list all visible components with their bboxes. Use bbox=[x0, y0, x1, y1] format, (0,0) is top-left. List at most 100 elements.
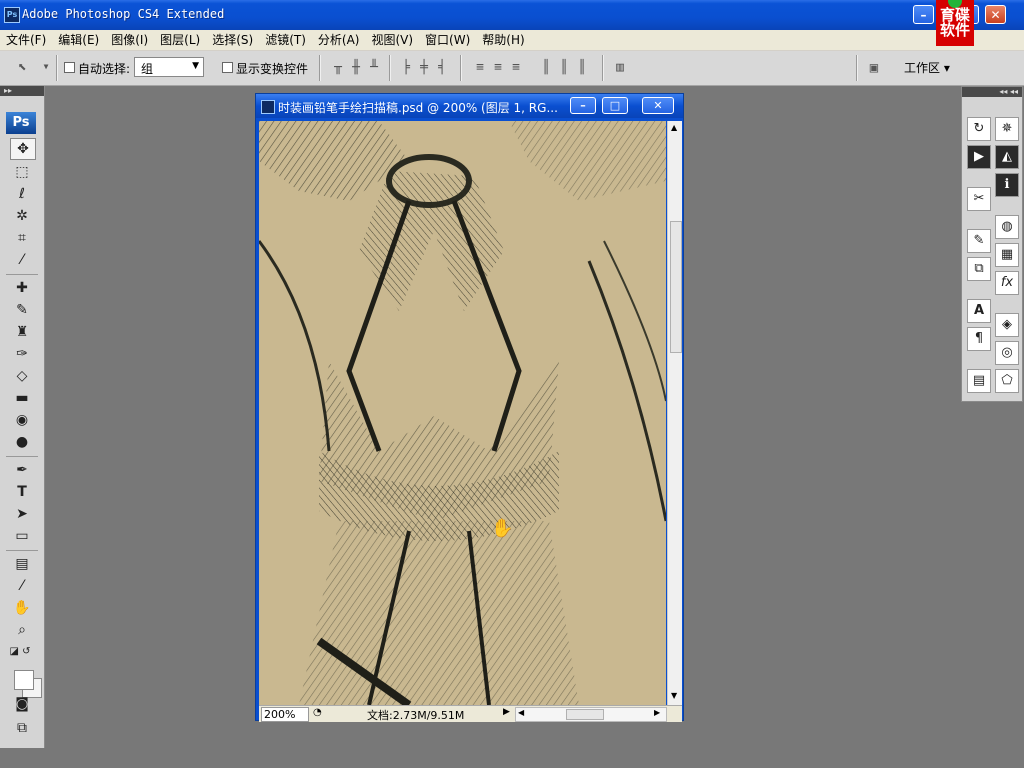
layers-panel-icon[interactable]: ◈ bbox=[995, 313, 1019, 337]
menu-analysis[interactable]: 分析(A) bbox=[312, 30, 366, 50]
distribute-vcenter-icon[interactable]: ≡ bbox=[490, 60, 506, 76]
notes-tool-icon[interactable]: ▤ bbox=[10, 554, 34, 574]
screen-mode-icon[interactable]: ⧉ bbox=[10, 718, 34, 738]
scroll-up-icon[interactable]: ▲ bbox=[671, 123, 677, 132]
align-right-icon[interactable]: ╡ bbox=[434, 60, 450, 76]
actions-panel-icon[interactable]: ▶ bbox=[967, 145, 991, 169]
image-canvas[interactable]: ✋ bbox=[259, 121, 666, 705]
workspace-button[interactable]: 工作区 ▾ bbox=[904, 59, 950, 76]
zoom-tool-icon[interactable]: ⌕ bbox=[10, 620, 34, 640]
panel-collapse-grip[interactable]: ▸▸ bbox=[0, 86, 44, 96]
chevron-down-icon[interactable]: ▼ bbox=[38, 59, 54, 75]
healing-brush-tool-icon[interactable]: ✚ bbox=[10, 278, 34, 298]
magic-wand-tool-icon[interactable]: ✲ bbox=[10, 206, 34, 226]
move-tool-icon[interactable]: ✥ bbox=[10, 138, 36, 160]
document-size-readout: 文档:2.73M/9.51M bbox=[367, 709, 465, 722]
document-window[interactable]: 时装画铅笔手绘扫描稿.psd @ 200% (图层 1, RG... – □ ✕ bbox=[255, 93, 684, 722]
swap-colors-icon[interactable]: ◪ ↺ bbox=[8, 642, 32, 662]
scroll-right-icon[interactable]: ▶ bbox=[654, 708, 660, 717]
auto-select-value: 组 bbox=[141, 62, 154, 76]
align-left-icon[interactable]: ╞ bbox=[398, 60, 414, 76]
align-hcenter-icon[interactable]: ╪ bbox=[416, 60, 432, 76]
histogram-panel-icon[interactable]: ◭ bbox=[995, 145, 1019, 169]
eyedropper-tool-icon[interactable]: ⁄ bbox=[10, 250, 34, 270]
auto-align-layers-icon[interactable]: ▥ bbox=[612, 60, 628, 76]
menu-file[interactable]: 文件(F) bbox=[0, 30, 52, 50]
blur-tool-icon[interactable]: ◉ bbox=[10, 410, 34, 430]
document-status-bar: 200% ◔ 文档:2.73M/9.51M ▶ ◀ ▶ bbox=[259, 705, 682, 722]
eraser-tool-icon[interactable]: ◇ bbox=[10, 366, 34, 386]
status-info-icon[interactable]: ◔ bbox=[313, 707, 322, 718]
menu-help[interactable]: 帮助(H) bbox=[476, 30, 530, 50]
show-transform-checkbox[interactable] bbox=[222, 62, 233, 73]
separator bbox=[389, 55, 391, 81]
menu-layer[interactable]: 图层(L) bbox=[154, 30, 206, 50]
type-tool-icon[interactable]: T bbox=[10, 482, 34, 502]
scroll-down-icon[interactable]: ▼ bbox=[671, 691, 677, 700]
align-top-icon[interactable]: ╥ bbox=[330, 60, 346, 76]
clone-stamp-tool-icon[interactable]: ♜ bbox=[10, 322, 34, 342]
distribute-top-icon[interactable]: ≡ bbox=[472, 60, 488, 76]
lasso-tool-icon[interactable]: ℓ bbox=[10, 184, 34, 204]
distribute-right-icon[interactable]: ║ bbox=[574, 60, 590, 76]
workspace-icon[interactable]: ▣ bbox=[866, 60, 882, 76]
character-panel-icon[interactable]: A bbox=[967, 299, 991, 323]
color-panel-icon[interactable]: ◍ bbox=[995, 215, 1019, 239]
channels-panel-icon[interactable]: ◎ bbox=[995, 341, 1019, 365]
menu-edit[interactable]: 编辑(E) bbox=[52, 30, 105, 50]
history-panel-icon[interactable]: ↻ bbox=[967, 117, 991, 141]
doc-close-button[interactable]: ✕ bbox=[642, 97, 674, 114]
horizontal-scrollbar[interactable]: ◀ ▶ bbox=[515, 707, 667, 722]
pen-tool-icon[interactable]: ✒ bbox=[10, 460, 34, 480]
menu-filter[interactable]: 滤镜(T) bbox=[259, 30, 312, 50]
foreground-color-swatch[interactable] bbox=[14, 670, 34, 690]
vertical-scrollbar[interactable]: ▲ ▼ bbox=[667, 121, 682, 705]
brush-tool-icon[interactable]: ✎ bbox=[10, 300, 34, 320]
panel-collapse-grip[interactable]: ◂◂ ◂◂ bbox=[962, 87, 1022, 97]
pencil-sketch-image bbox=[259, 121, 666, 705]
info-panel-icon[interactable]: ℹ bbox=[995, 173, 1019, 197]
close-button[interactable]: ✕ bbox=[985, 5, 1006, 24]
distribute-bottom-icon[interactable]: ≡ bbox=[508, 60, 524, 76]
auto-select-checkbox[interactable] bbox=[64, 62, 75, 73]
distribute-hcenter-icon[interactable]: ║ bbox=[556, 60, 572, 76]
status-menu-arrow-icon[interactable]: ▶ bbox=[503, 707, 510, 717]
menu-view[interactable]: 视图(V) bbox=[365, 30, 419, 50]
horizontal-scroll-thumb[interactable] bbox=[566, 709, 604, 720]
clone-source-panel-icon[interactable]: ⧉ bbox=[967, 257, 991, 281]
dodge-tool-icon[interactable]: ● bbox=[10, 432, 34, 452]
photoshop-app-icon: Ps bbox=[4, 7, 20, 23]
eyedropper-3d-tool-icon[interactable]: ⁄ bbox=[10, 576, 34, 596]
notes-panel-icon[interactable]: ▤ bbox=[967, 369, 991, 393]
align-bottom-icon[interactable]: ╨ bbox=[366, 60, 382, 76]
zoom-level-field[interactable]: 200% bbox=[261, 707, 309, 722]
navigator-panel-icon[interactable]: ✵ bbox=[995, 117, 1019, 141]
gradient-tool-icon[interactable]: ▬ bbox=[10, 388, 34, 408]
history-brush-tool-icon[interactable]: ✑ bbox=[10, 344, 34, 364]
styles-panel-icon[interactable]: fx bbox=[995, 271, 1019, 295]
swatches-panel-icon[interactable]: ▦ bbox=[995, 243, 1019, 267]
brushes-panel-icon[interactable]: ✎ bbox=[967, 229, 991, 253]
menu-image[interactable]: 图像(I) bbox=[105, 30, 154, 50]
hand-tool-icon[interactable]: ✋ bbox=[10, 598, 34, 618]
menu-select[interactable]: 选择(S) bbox=[206, 30, 259, 50]
quick-mask-icon[interactable]: ◙ bbox=[10, 694, 34, 714]
menu-window[interactable]: 窗口(W) bbox=[419, 30, 476, 50]
distribute-left-icon[interactable]: ║ bbox=[538, 60, 554, 76]
minimize-button[interactable]: – bbox=[913, 5, 934, 24]
tool-presets-panel-icon[interactable]: ✂ bbox=[967, 187, 991, 211]
paths-panel-icon[interactable]: ⬠ bbox=[995, 369, 1019, 393]
marquee-tool-icon[interactable]: ⬚ bbox=[10, 162, 34, 182]
shape-tool-icon[interactable]: ▭ bbox=[10, 526, 34, 546]
align-vcenter-icon[interactable]: ╫ bbox=[348, 60, 364, 76]
crop-tool-icon[interactable]: ⌗ bbox=[10, 228, 34, 248]
paragraph-panel-icon[interactable]: ¶ bbox=[967, 327, 991, 351]
move-tool-preset-icon[interactable]: ⬉ bbox=[14, 59, 30, 75]
scroll-left-icon[interactable]: ◀ bbox=[518, 708, 524, 717]
document-title-bar[interactable]: 时装画铅笔手绘扫描稿.psd @ 200% (图层 1, RG... – □ ✕ bbox=[256, 94, 683, 118]
path-selection-tool-icon[interactable]: ➤ bbox=[10, 504, 34, 524]
auto-select-dropdown[interactable]: 组 ▼ bbox=[134, 57, 204, 77]
vertical-scroll-thumb[interactable] bbox=[670, 221, 682, 353]
doc-minimize-button[interactable]: – bbox=[570, 97, 596, 114]
doc-maximize-button[interactable]: □ bbox=[602, 97, 628, 114]
